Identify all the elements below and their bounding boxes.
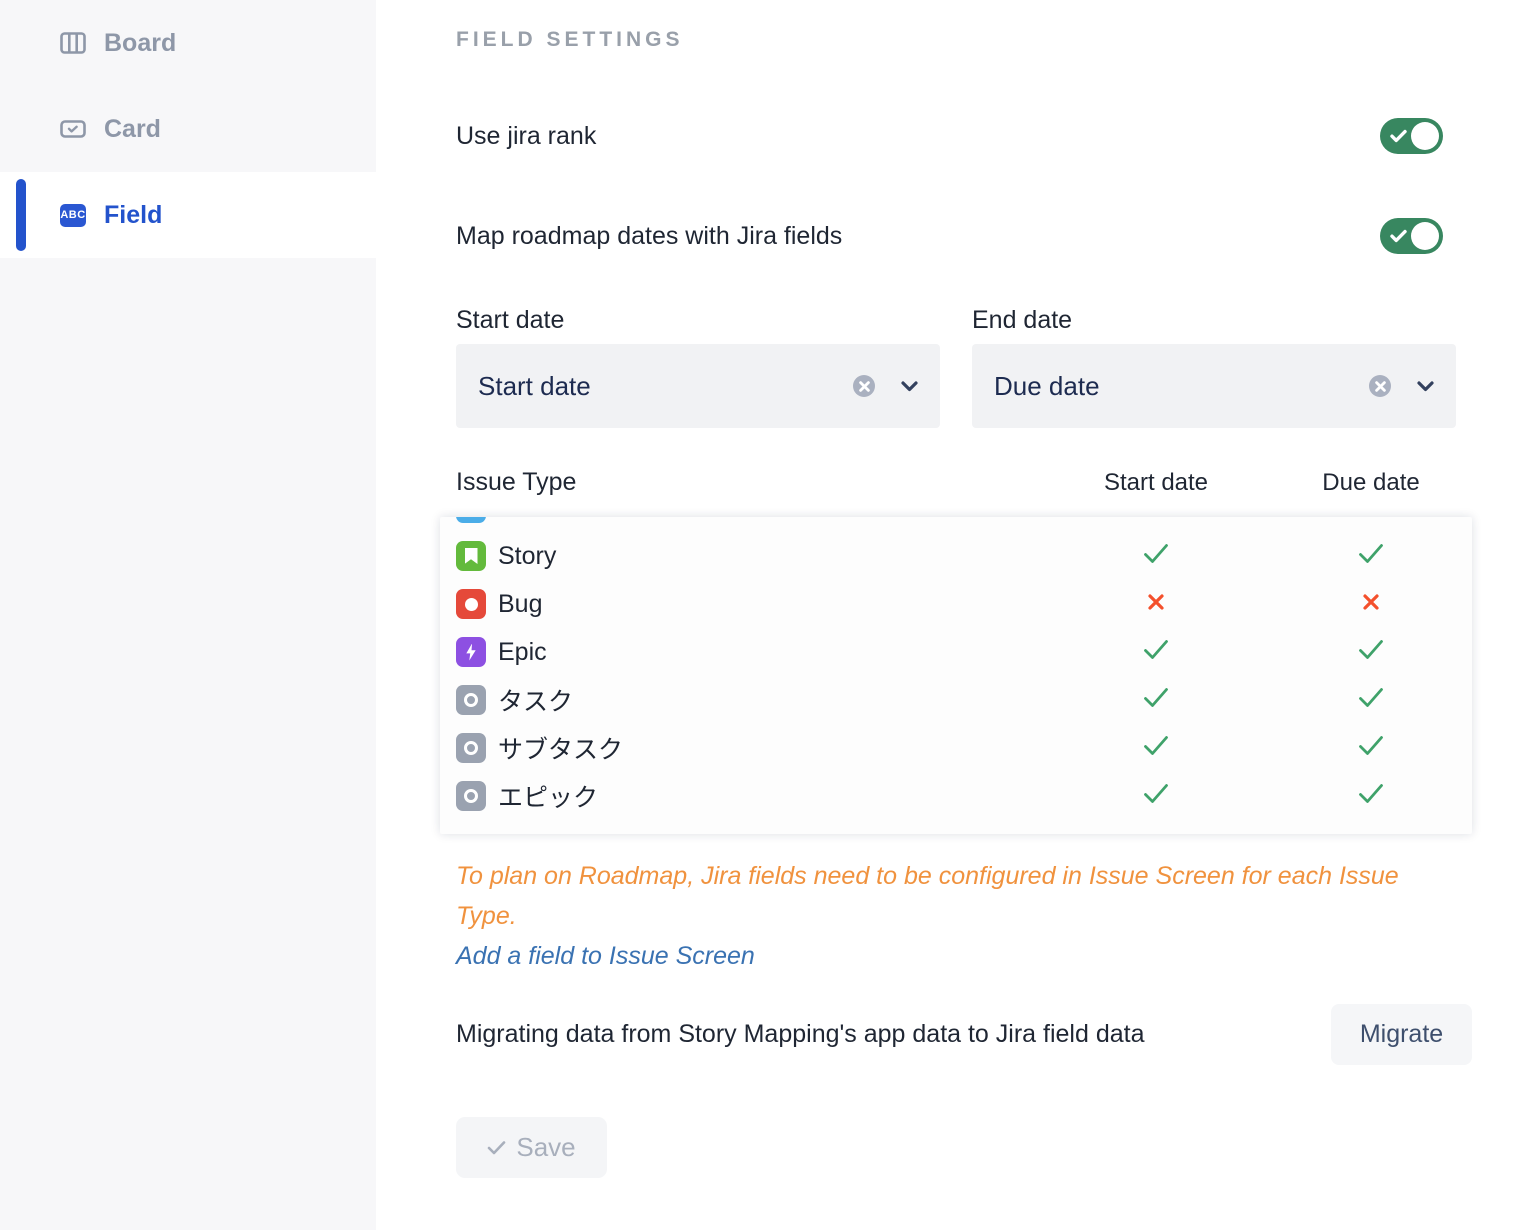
clipped-issue-type-icon	[456, 517, 486, 523]
sidebar-item-label: Field	[104, 201, 162, 230]
chevron-down-icon	[901, 381, 918, 392]
end-date-value: Due date	[994, 371, 1369, 402]
table-row: サブタスク	[456, 724, 1456, 772]
issue-type-name: Epic	[498, 638, 547, 667]
check-icon	[1143, 543, 1169, 569]
column-issue-type: Issue Type	[456, 468, 1056, 497]
start-date-mark-cell	[1056, 543, 1256, 569]
due-date-mark-cell	[1271, 735, 1471, 761]
save-button-label: Save	[516, 1132, 575, 1163]
end-date-label: End date	[972, 306, 1456, 335]
issue-type-icon	[456, 637, 486, 667]
save-button[interactable]: Save	[456, 1117, 607, 1178]
abc-field-icon: ABC	[60, 202, 86, 228]
check-icon	[1358, 687, 1384, 713]
issue-type-name: タスク	[498, 682, 573, 718]
due-date-mark-cell	[1271, 543, 1471, 569]
board-columns-icon	[60, 30, 86, 56]
add-field-link[interactable]: Add a field to Issue Screen	[456, 936, 1472, 976]
due-date-mark-cell	[1271, 687, 1471, 713]
table-row: エピック	[456, 772, 1456, 820]
due-date-mark-cell	[1271, 783, 1471, 809]
due-date-mark-cell	[1271, 593, 1471, 616]
check-icon	[1143, 783, 1169, 809]
issue-table-header: Issue Type Start date Due date	[456, 468, 1456, 497]
sidebar-item-field[interactable]: ABC Field	[0, 172, 376, 258]
column-due-date: Due date	[1271, 469, 1471, 497]
check-icon	[1143, 639, 1169, 665]
use-jira-rank-label: Use jira rank	[456, 122, 596, 151]
card-check-icon	[60, 116, 86, 142]
clear-icon[interactable]	[853, 375, 875, 397]
migration-label: Migrating data from Story Mapping's app …	[456, 1020, 1144, 1049]
issue-type-name: Story	[498, 542, 556, 571]
start-date-mark-cell	[1056, 783, 1256, 809]
sidebar-item-label: Card	[104, 115, 161, 144]
page-title: FIELD SETTINGS	[456, 28, 1472, 52]
issue-type-name: Bug	[498, 590, 542, 619]
issue-type-cell: Story	[456, 541, 1056, 571]
table-row: タスク	[456, 676, 1456, 724]
issue-type-cell: Epic	[456, 637, 1056, 667]
issue-type-icon	[456, 541, 486, 571]
due-date-mark-cell	[1271, 639, 1471, 665]
clear-icon[interactable]	[1369, 375, 1391, 397]
map-dates-toggle[interactable]	[1380, 218, 1443, 254]
check-icon	[1358, 783, 1384, 809]
start-date-mark-cell	[1056, 639, 1256, 665]
issue-type-icon	[456, 781, 486, 811]
column-start-date: Start date	[1056, 469, 1256, 497]
issue-type-icon	[456, 589, 486, 619]
start-date-mark-cell	[1056, 593, 1256, 616]
start-date-mark-cell	[1056, 735, 1256, 761]
end-date-select[interactable]: Due date	[972, 344, 1456, 428]
cross-icon	[1362, 593, 1380, 616]
use-jira-rank-row: Use jira rank	[456, 118, 1456, 154]
sidebar-item-label: Board	[104, 29, 176, 58]
date-mapping-selects: Start date Start date End date Due date	[456, 306, 1456, 428]
check-icon	[1143, 735, 1169, 761]
issue-type-cell: Bug	[456, 589, 1056, 619]
start-date-select[interactable]: Start date	[456, 344, 940, 428]
issue-type-name: サブタスク	[498, 730, 623, 766]
check-icon	[487, 1140, 506, 1155]
table-row: Bug	[456, 580, 1456, 628]
table-row: Story	[456, 532, 1456, 580]
issue-rows: Story Bug	[456, 532, 1456, 820]
issue-type-name: エピック	[498, 778, 598, 814]
check-icon	[1143, 687, 1169, 713]
app-window: Board Card ABC Field FIELD SETTINGS Use …	[0, 0, 1522, 1230]
table-row: Epic	[456, 628, 1456, 676]
issue-type-table[interactable]: Story Bug	[440, 517, 1472, 834]
start-date-value: Start date	[478, 371, 853, 402]
start-date-group: Start date Start date	[456, 306, 940, 428]
field-settings-panel: FIELD SETTINGS Use jira rank Map roadmap…	[376, 0, 1522, 1230]
sidebar-item-card[interactable]: Card	[0, 86, 376, 172]
start-date-mark-cell	[1056, 687, 1256, 713]
issue-type-cell: エピック	[456, 778, 1056, 814]
migration-row: Migrating data from Story Mapping's app …	[456, 1004, 1472, 1065]
issue-type-cell: タスク	[456, 682, 1056, 718]
cross-icon	[1147, 593, 1165, 616]
map-dates-row: Map roadmap dates with Jira fields	[456, 218, 1456, 254]
start-date-label: Start date	[456, 306, 940, 335]
roadmap-config-notice: To plan on Roadmap, Jira fields need to …	[456, 856, 1466, 936]
end-date-group: End date Due date	[972, 306, 1456, 428]
issue-type-icon	[456, 733, 486, 763]
issue-type-icon	[456, 685, 486, 715]
check-icon	[1358, 543, 1384, 569]
sidebar-item-board[interactable]: Board	[0, 0, 376, 86]
settings-sidebar: Board Card ABC Field	[0, 0, 376, 1230]
map-dates-label: Map roadmap dates with Jira fields	[456, 222, 842, 251]
migrate-button[interactable]: Migrate	[1331, 1004, 1472, 1065]
chevron-down-icon	[1417, 381, 1434, 392]
check-icon	[1358, 639, 1384, 665]
issue-type-cell: サブタスク	[456, 730, 1056, 766]
use-jira-rank-toggle[interactable]	[1380, 118, 1443, 154]
check-icon	[1358, 735, 1384, 761]
